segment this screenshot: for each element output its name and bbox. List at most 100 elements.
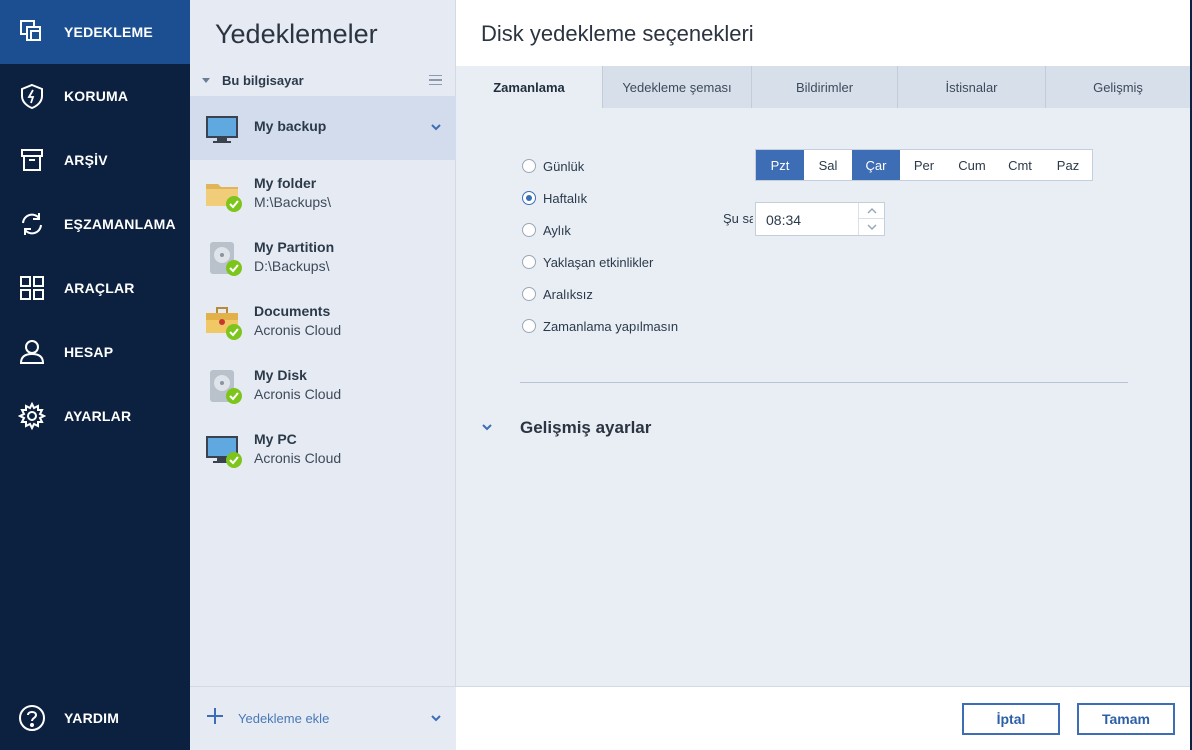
radio-button[interactable]: [522, 287, 536, 301]
folder-icon: [204, 174, 244, 214]
backup-location: Acronis Cloud: [254, 450, 342, 466]
day-button[interactable]: Pzt: [756, 150, 804, 180]
question-icon: [18, 704, 46, 732]
backup-item[interactable]: My PC Acronis Cloud: [190, 416, 456, 480]
nav-label: EŞZAMANLAMA: [64, 216, 176, 232]
backup-name: My Partition: [254, 239, 335, 255]
caret-down-icon[interactable]: [202, 78, 210, 83]
backup-location: Acronis Cloud: [254, 386, 342, 402]
copy-backup-icon: [18, 18, 46, 46]
tab-bar: Zamanlama Yedekleme şeması Bildirimler İ…: [456, 66, 1190, 108]
grid-tools-icon: [18, 274, 46, 302]
backup-name: My folder: [254, 175, 317, 191]
hard-drive-icon: [204, 366, 244, 406]
chevron-down-icon[interactable]: [429, 120, 443, 134]
weekday-selector: Pzt Sal Çar Per Cum Cmt Paz: [755, 149, 1093, 181]
backup-location: Acronis Cloud: [254, 322, 342, 338]
day-button[interactable]: Paz: [1044, 150, 1092, 180]
spin-down-icon[interactable]: [858, 219, 884, 235]
day-button[interactable]: Cum: [948, 150, 996, 180]
time-label: Şu saatte:: [723, 211, 753, 226]
nav-item-archive[interactable]: ARŞİV: [0, 128, 190, 192]
radio-no-schedule[interactable]: Zamanlama yapılmasın: [522, 316, 678, 336]
tab-schedule[interactable]: Zamanlama: [456, 66, 602, 108]
shield-icon: [18, 82, 46, 110]
nav-item-help[interactable]: YARDIM: [0, 686, 190, 750]
group-header[interactable]: Bu bilgisayar: [190, 66, 456, 96]
ok-button[interactable]: Tamam: [1077, 703, 1175, 735]
backup-location: M:\Backups\: [254, 194, 332, 210]
backup-item[interactable]: My folder M:\Backups\: [190, 160, 456, 224]
nav-item-settings[interactable]: AYARLAR: [0, 384, 190, 448]
radio-label: Yaklaşan etkinlikler: [543, 254, 654, 270]
day-button[interactable]: Sal: [804, 150, 852, 180]
plus-icon: [207, 708, 223, 724]
briefcase-icon: [204, 302, 244, 342]
section-divider: [520, 382, 1128, 383]
options-panel: Disk yedekleme seçenekleri Zamanlama Yed…: [456, 0, 1190, 750]
chevron-down-icon[interactable]: [480, 420, 494, 434]
day-button[interactable]: Çar: [852, 150, 900, 180]
tab-notifications[interactable]: Bildirimler: [751, 66, 897, 108]
backup-name: My PC: [254, 431, 297, 447]
tab-advanced[interactable]: Gelişmiş: [1045, 66, 1190, 108]
backup-name: My Disk: [254, 367, 307, 383]
radio-label: Günlük: [543, 158, 585, 174]
day-button[interactable]: Cmt: [996, 150, 1044, 180]
chevron-down-icon[interactable]: [429, 711, 443, 725]
backup-name: My backup: [254, 118, 327, 134]
list-title: Yedeklemeler: [215, 19, 378, 49]
add-backup-button[interactable]: Yedekleme ekle: [190, 686, 456, 750]
tab-exclusions[interactable]: İstisnalar: [897, 66, 1045, 108]
panel-header: Disk yedekleme seçenekleri: [456, 0, 1190, 66]
backup-location: D:\Backups\: [254, 258, 330, 274]
nav-label: HESAP: [64, 344, 114, 360]
nav-item-backup[interactable]: YEDEKLEME: [0, 0, 190, 64]
radio-button[interactable]: [522, 319, 536, 333]
radio-monthly[interactable]: Aylık: [522, 220, 571, 240]
archive-box-icon: [18, 146, 46, 174]
monitor-icon: [204, 430, 244, 470]
nav-label: ARAÇLAR: [64, 280, 135, 296]
advanced-settings-toggle[interactable]: Gelişmiş ayarlar: [520, 418, 651, 438]
nav-label: YARDIM: [64, 710, 120, 726]
dialog-footer: İptal Tamam: [456, 686, 1190, 750]
radio-label: Aralıksız: [543, 286, 593, 302]
day-button[interactable]: Per: [900, 150, 948, 180]
radio-button[interactable]: [522, 223, 536, 237]
tab-backup-scheme[interactable]: Yedekleme şeması: [602, 66, 751, 108]
nav-label: KORUMA: [64, 88, 129, 104]
backup-item[interactable]: Documents Acronis Cloud: [190, 288, 456, 352]
nav-item-account[interactable]: HESAP: [0, 320, 190, 384]
panel-title: Disk yedekleme seçenekleri: [481, 21, 754, 46]
hamburger-menu-icon[interactable]: [429, 75, 442, 85]
backup-item[interactable]: My backup: [190, 96, 456, 160]
radio-button[interactable]: [522, 159, 536, 173]
user-icon: [18, 338, 46, 366]
radio-upcoming-events[interactable]: Yaklaşan etkinlikler: [522, 252, 653, 272]
radio-button[interactable]: [522, 191, 536, 205]
cancel-button[interactable]: İptal: [962, 703, 1060, 735]
radio-continuous[interactable]: Aralıksız: [522, 284, 593, 304]
nav-item-protection[interactable]: KORUMA: [0, 64, 190, 128]
radio-daily[interactable]: Günlük: [522, 156, 584, 176]
hard-drive-icon: [204, 238, 244, 278]
nav-label: YEDEKLEME: [64, 24, 153, 40]
add-backup-label: Yedekleme ekle: [238, 711, 330, 726]
radio-label: Aylık: [543, 222, 571, 238]
time-value: 08:34: [766, 212, 802, 228]
time-input[interactable]: 08:34: [755, 202, 885, 236]
sync-icon: [18, 210, 46, 238]
spin-up-icon[interactable]: [858, 203, 884, 219]
radio-button[interactable]: [522, 255, 536, 269]
main-nav: YEDEKLEME KORUMA ARŞİV EŞZAMANLAMA ARAÇL…: [0, 0, 190, 750]
monitor-icon: [204, 110, 244, 150]
nav-item-tools[interactable]: ARAÇLAR: [0, 256, 190, 320]
backup-item[interactable]: My Partition D:\Backups\: [190, 224, 456, 288]
backup-item[interactable]: My Disk Acronis Cloud: [190, 352, 456, 416]
nav-label: ARŞİV: [64, 152, 108, 168]
group-label: Bu bilgisayar: [222, 73, 304, 88]
radio-label: Haftalık: [543, 190, 588, 206]
radio-weekly[interactable]: Haftalık: [522, 188, 587, 208]
nav-item-sync[interactable]: EŞZAMANLAMA: [0, 192, 190, 256]
